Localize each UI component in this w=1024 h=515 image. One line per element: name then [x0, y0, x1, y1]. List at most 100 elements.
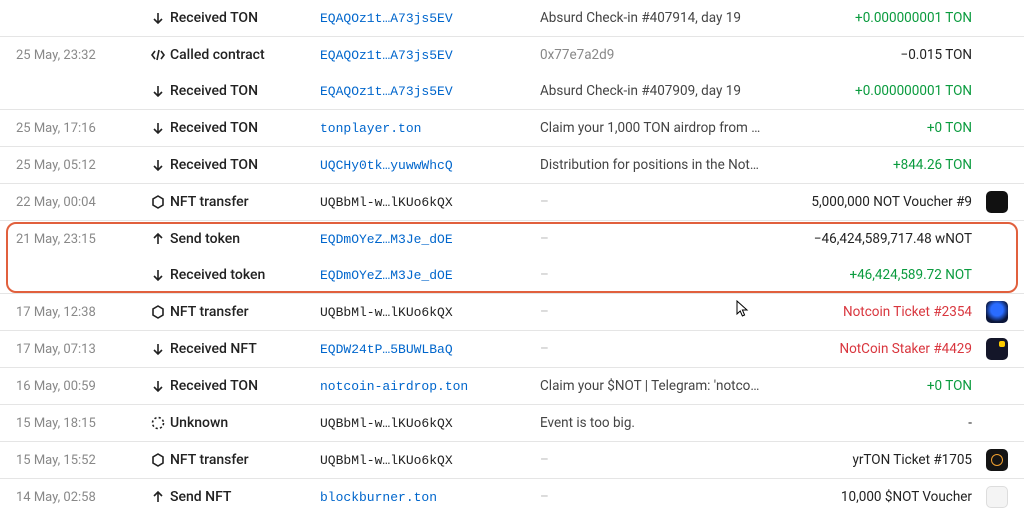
- dashed-circle-icon: [150, 415, 166, 431]
- transaction-type-label: NFT transfer: [170, 452, 320, 468]
- nft-thumbnail[interactable]: [980, 486, 1008, 508]
- transaction-icon: [146, 378, 170, 394]
- transaction-date: 25 May, 17:16: [8, 121, 146, 136]
- arrow-down-icon: [150, 378, 166, 394]
- transaction-row[interactable]: 25 May, 05:12Received TONUQCHy0tk…yuwwWh…: [0, 147, 1024, 183]
- transaction-address: UQBbMl-w…lKUo6kQX: [320, 416, 540, 431]
- transaction-icon: [146, 267, 170, 283]
- transaction-type-label: NFT transfer: [170, 304, 320, 320]
- arrow-down-icon: [150, 267, 166, 283]
- transaction-address[interactable]: tonplayer.ton: [320, 121, 540, 136]
- transaction-group[interactable]: 25 May, 23:32Called contractEQAQOz1t…A73…: [0, 37, 1024, 110]
- transaction-group[interactable]: 22 May, 00:04NFT transferUQBbMl-w…lKUo6k…: [0, 184, 1024, 221]
- transaction-type-label: Received TON: [170, 157, 320, 173]
- transaction-memo: Claim your 1,000 TON airdrop from …: [540, 120, 927, 136]
- transaction-address[interactable]: EQAQOz1t…A73js5EV: [320, 84, 540, 99]
- transaction-address[interactable]: UQCHy0tk…yuwwWhcQ: [320, 158, 540, 173]
- nft-thumbnail[interactable]: [980, 301, 1008, 323]
- transaction-type-label: Received TON: [170, 10, 320, 26]
- transaction-icon: [146, 47, 170, 63]
- arrow-down-icon: [150, 120, 166, 136]
- transaction-date: 17 May, 12:38: [8, 305, 146, 320]
- transaction-memo: Absurd Check-in #407909, day 19: [540, 83, 855, 99]
- transaction-memo: –: [540, 231, 814, 247]
- transaction-date: 21 May, 23:15: [8, 232, 146, 247]
- arrow-down-icon: [150, 157, 166, 173]
- transaction-icon: [146, 231, 170, 247]
- transaction-amount: NotCoin Staker #4429: [839, 341, 972, 357]
- transaction-type-label: Send NFT: [170, 489, 320, 505]
- transaction-group[interactable]: Received TONEQAQOz1t…A73js5EVAbsurd Chec…: [0, 0, 1024, 37]
- transaction-date: 14 May, 02:58: [8, 490, 146, 505]
- transaction-amount: +844.26 TON: [893, 157, 972, 173]
- transaction-row[interactable]: Received tokenEQDmOYeZ…M3Je_dOE–+46,424,…: [0, 257, 1024, 293]
- transaction-row[interactable]: 14 May, 02:58 Send NFTblockburner.ton–10,…: [0, 479, 1024, 515]
- transaction-address[interactable]: EQAQOz1t…A73js5EV: [320, 11, 540, 26]
- transaction-amount: +0.000000001 TON: [855, 10, 972, 26]
- transaction-memo: Claim your $NOT | Telegram: 'notco…: [540, 378, 927, 394]
- transaction-group[interactable]: 16 May, 00:59 Received TONnotcoin-airdrop…: [0, 368, 1024, 405]
- transaction-memo: –: [540, 341, 839, 357]
- transaction-row[interactable]: Received TONEQAQOz1t…A73js5EVAbsurd Chec…: [0, 73, 1024, 109]
- transaction-address[interactable]: EQDmOYeZ…M3Je_dOE: [320, 268, 540, 283]
- transaction-amount: 10,000 $NOT Voucher: [841, 489, 972, 505]
- transaction-row[interactable]: Received TONEQAQOz1t…A73js5EVAbsurd Chec…: [0, 0, 1024, 36]
- nft-thumbnail[interactable]: [980, 449, 1008, 471]
- transaction-group[interactable]: 15 May, 15:52NFT transferUQBbMl-w…lKUo6k…: [0, 442, 1024, 479]
- nft-thumbnail[interactable]: [980, 338, 1008, 360]
- code-icon: [150, 47, 166, 63]
- hexagon-icon: [150, 452, 166, 468]
- transaction-row[interactable]: 16 May, 00:59 Received TONnotcoin-airdrop…: [0, 368, 1024, 404]
- transaction-group[interactable]: 15 May, 18:15UnknownUQBbMl-w…lKUo6kQXEve…: [0, 405, 1024, 442]
- arrow-up-icon: [150, 231, 166, 247]
- transaction-type-label: Received TON: [170, 83, 320, 99]
- arrow-down-icon: [150, 83, 166, 99]
- transaction-amount: -: [968, 415, 972, 431]
- transaction-group[interactable]: 17 May, 07:13Received NFTEQDW24tP…5BUWLB…: [0, 331, 1024, 368]
- transaction-memo: Distribution for positions in the Not…: [540, 157, 893, 173]
- transaction-address[interactable]: EQDW24tP…5BUWLBaQ: [320, 342, 540, 357]
- hexagon-icon: [150, 304, 166, 320]
- transaction-type-label: Received TON: [170, 120, 320, 136]
- transaction-row[interactable]: 21 May, 23:15 Send tokenEQDmOYeZ…M3Je_dOE…: [0, 221, 1024, 257]
- transaction-type-label: Received token: [170, 267, 320, 283]
- transaction-address[interactable]: notcoin-airdrop.ton: [320, 379, 540, 394]
- transaction-row[interactable]: 15 May, 18:15UnknownUQBbMl-w…lKUo6kQXEve…: [0, 405, 1024, 441]
- transaction-memo: –: [540, 304, 843, 320]
- transaction-type-label: Send token: [170, 231, 320, 247]
- transaction-icon: [146, 157, 170, 173]
- transaction-icon: [146, 120, 170, 136]
- transaction-row[interactable]: 15 May, 15:52NFT transferUQBbMl-w…lKUo6k…: [0, 442, 1024, 478]
- transaction-date: 15 May, 15:52: [8, 453, 146, 468]
- transaction-row[interactable]: 25 May, 23:32Called contractEQAQOz1t…A73…: [0, 37, 1024, 73]
- arrow-down-icon: [150, 341, 166, 357]
- hexagon-icon: [150, 194, 166, 210]
- transaction-group[interactable]: 21 May, 23:15Send tokenEQDmOYeZ…M3Je_dOE…: [0, 221, 1024, 294]
- transaction-date: 16 May, 00:59: [8, 379, 146, 394]
- transaction-address: UQBbMl-w…lKUo6kQX: [320, 305, 540, 320]
- transaction-amount: −46,424,589,717.48 wNOT: [814, 231, 972, 247]
- transaction-row[interactable]: 25 May, 17:16 Received TONtonplayer.tonCl…: [0, 110, 1024, 146]
- transaction-amount: 5,000,000 NOT Voucher #9: [811, 194, 972, 210]
- transaction-date: 25 May, 23:32: [8, 48, 146, 63]
- transaction-group[interactable]: 25 May, 17:16 Received TONtonplayer.tonCl…: [0, 110, 1024, 147]
- transaction-icon: [146, 489, 170, 505]
- transaction-memo: –: [540, 452, 852, 468]
- transaction-memo: –: [540, 489, 841, 505]
- transaction-date: 15 May, 18:15: [8, 416, 146, 431]
- transaction-type-label: Received TON: [170, 378, 320, 394]
- transaction-address: UQBbMl-w…lKUo6kQX: [320, 195, 540, 210]
- transaction-memo: 0x77e7a2d9: [540, 47, 900, 63]
- transaction-group[interactable]: 17 May, 12:38 NFT transferUQBbMl-w…lKUo6k…: [0, 294, 1024, 331]
- transaction-amount: +0 TON: [927, 378, 972, 394]
- transaction-group[interactable]: 14 May, 02:58 Send NFTblockburner.ton–10,…: [0, 479, 1024, 515]
- transaction-row[interactable]: 22 May, 00:04NFT transferUQBbMl-w…lKUo6k…: [0, 184, 1024, 220]
- transaction-type-label: NFT transfer: [170, 194, 320, 210]
- transaction-group[interactable]: 25 May, 05:12Received TONUQCHy0tk…yuwwWh…: [0, 147, 1024, 184]
- transaction-row[interactable]: 17 May, 07:13Received NFTEQDW24tP…5BUWLB…: [0, 331, 1024, 367]
- nft-thumbnail[interactable]: [980, 191, 1008, 213]
- transaction-row[interactable]: 17 May, 12:38 NFT transferUQBbMl-w…lKUo6k…: [0, 294, 1024, 330]
- transaction-address[interactable]: EQAQOz1t…A73js5EV: [320, 48, 540, 63]
- transaction-address[interactable]: blockburner.ton: [320, 490, 540, 505]
- transaction-address[interactable]: EQDmOYeZ…M3Je_dOE: [320, 232, 540, 247]
